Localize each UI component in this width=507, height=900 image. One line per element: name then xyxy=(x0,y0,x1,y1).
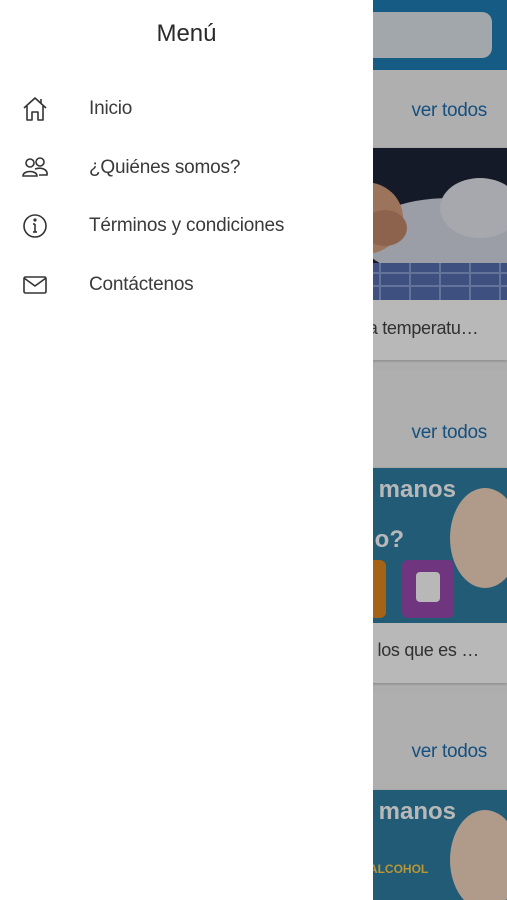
menu-item-inicio[interactable]: Inicio xyxy=(0,84,373,134)
navigation-drawer: Menú Inicio ¿Quiénes somos? Términos y c… xyxy=(0,0,373,900)
menu-item-contactenos[interactable]: Contáctenos xyxy=(0,260,373,310)
mail-icon xyxy=(20,270,50,300)
menu-label: Términos y condiciones xyxy=(89,215,285,236)
menu-label: ¿Quiénes somos? xyxy=(89,157,241,178)
users-icon xyxy=(20,153,50,183)
home-icon xyxy=(20,94,50,124)
info-icon xyxy=(20,211,50,241)
drawer-title: Menú xyxy=(156,20,217,47)
menu-label: Contáctenos xyxy=(89,274,194,295)
menu-item-terminos[interactable]: Términos y condiciones xyxy=(0,201,373,251)
menu-item-quienes-somos[interactable]: ¿Quiénes somos? xyxy=(0,143,373,193)
menu-label: Inicio xyxy=(89,98,133,119)
